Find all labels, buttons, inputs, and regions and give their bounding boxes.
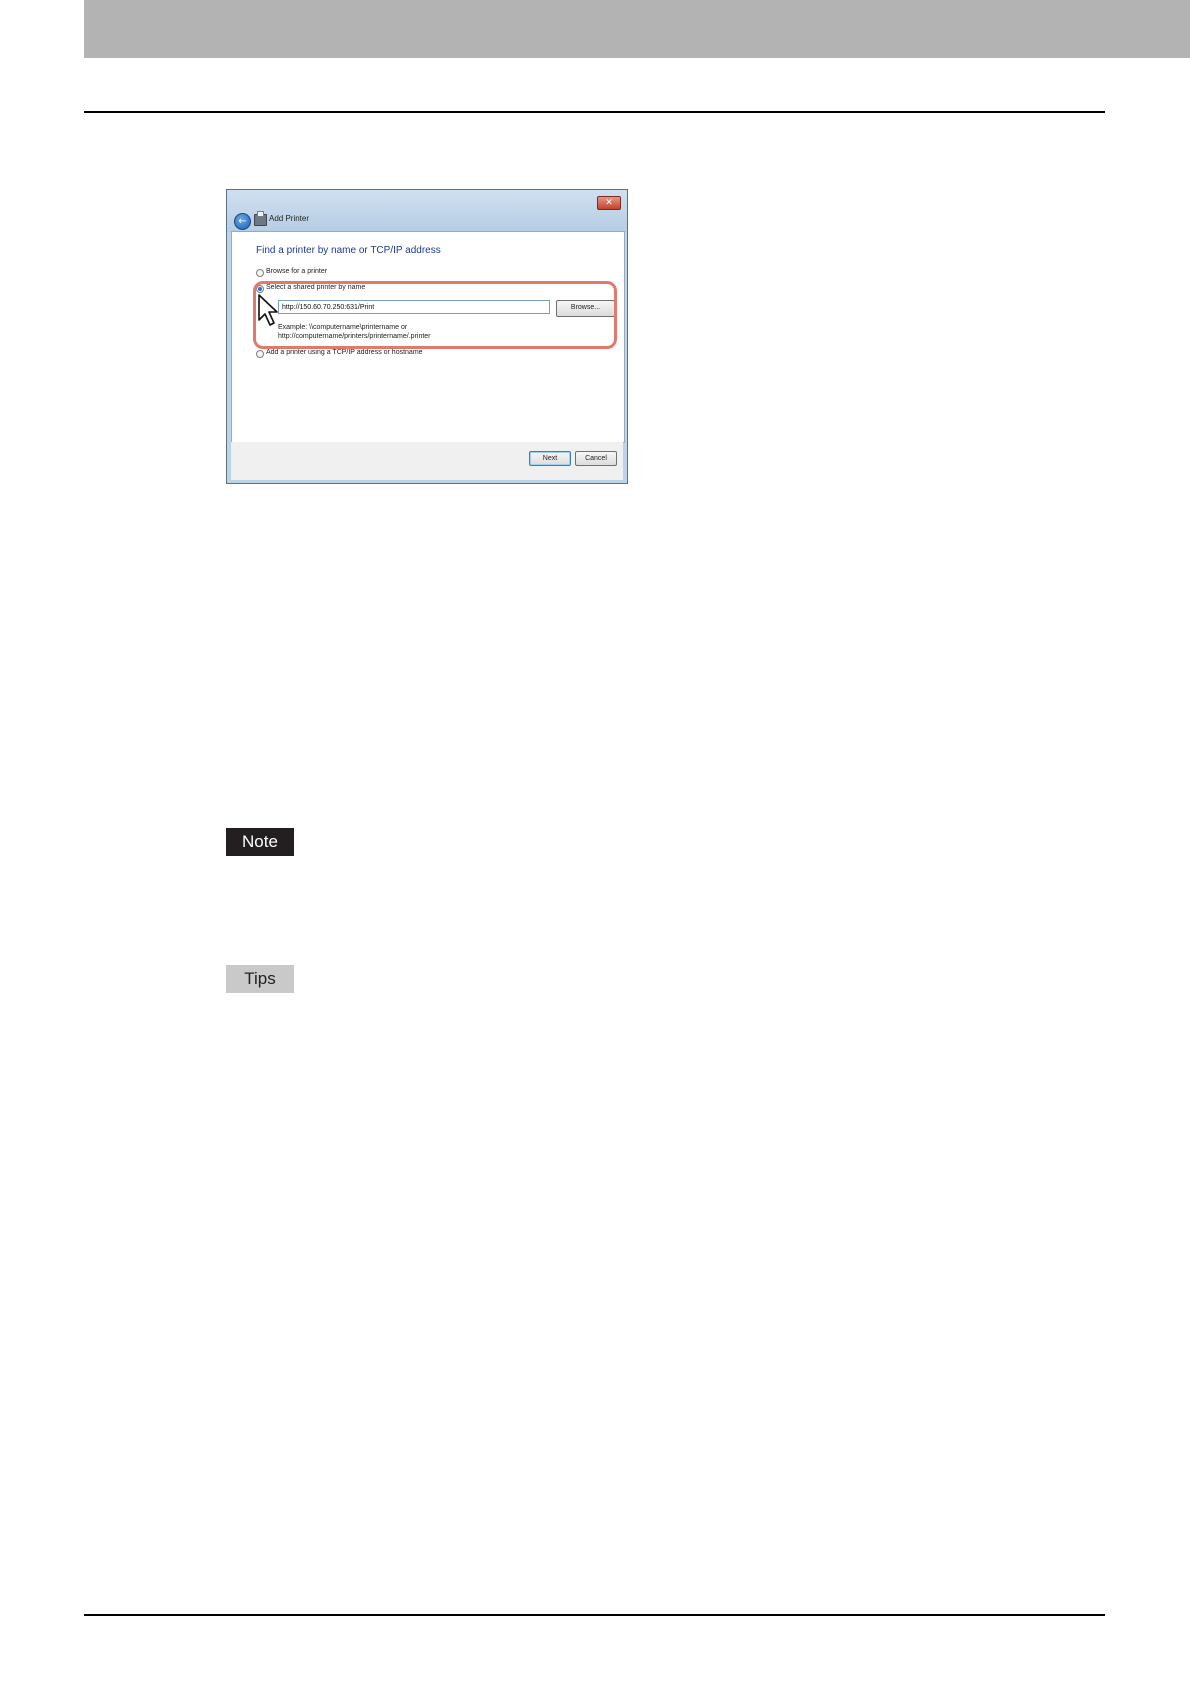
tips-badge: Tips [226,965,294,993]
radio-tcpip[interactable] [256,350,264,358]
cancel-button[interactable]: Cancel [575,451,617,466]
footer-rule [84,1614,1105,1616]
close-button[interactable]: ✕ [597,196,621,210]
dialog-title: Add Printer [269,214,310,223]
highlight-box [253,281,617,349]
add-printer-dialog: ✕ ← Add Printer Find a printer by name o… [226,189,628,484]
radio-browse[interactable] [256,269,264,277]
note-badge: Note [226,828,294,856]
printer-icon [254,211,267,226]
dialog-content: Find a printer by name or TCP/IP address… [231,231,625,443]
next-button[interactable]: Next [529,451,571,466]
header-rule [84,111,1105,113]
option-browse-label[interactable]: Browse for a printer [266,268,327,275]
header-band [84,0,1190,58]
mouse-pointer-icon [258,294,278,326]
dialog-footer: Next Cancel [231,442,623,480]
option-tcpip-label[interactable]: Add a printer using a TCP/IP address or … [266,349,423,356]
dialog-heading: Find a printer by name or TCP/IP address [256,245,441,256]
dialog-titlebar: ✕ ← Add Printer [227,190,627,232]
back-button[interactable]: ← [234,213,251,230]
